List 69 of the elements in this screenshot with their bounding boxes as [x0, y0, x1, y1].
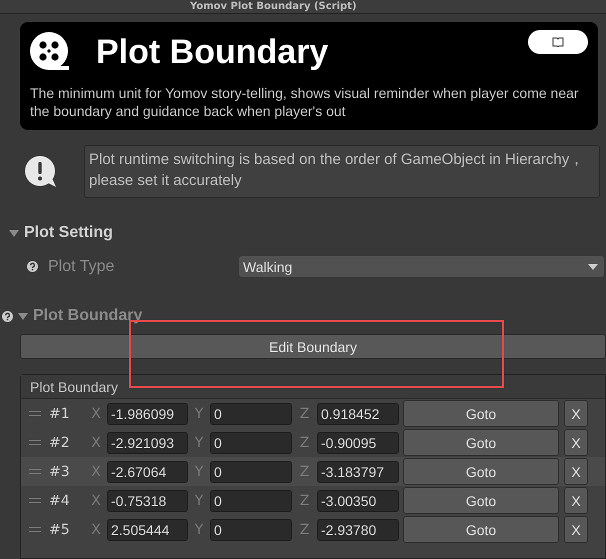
component-title: Plot Boundary	[96, 32, 328, 72]
list-title: Plot Boundary	[30, 378, 118, 394]
foldout-triangle-icon[interactable]	[17, 310, 29, 322]
z-value-field[interactable]: -3.00350	[317, 490, 399, 512]
drag-handle-icon[interactable]	[29, 440, 41, 445]
point-index: #3	[49, 464, 71, 480]
book-icon	[552, 37, 564, 47]
remove-button[interactable]: X	[564, 429, 588, 456]
y-value-field[interactable]: 0	[210, 402, 292, 424]
point-index: #1	[49, 406, 71, 422]
y-value-field[interactable]: 0	[210, 490, 292, 512]
axis-label: Z	[298, 406, 310, 422]
y-value-field[interactable]: 0	[210, 432, 292, 454]
point-index: #2	[49, 434, 71, 450]
goto-button[interactable]: Goto	[403, 429, 559, 456]
z-value-field[interactable]: -2.93780	[317, 518, 399, 540]
z-value-field[interactable]: -0.90095	[317, 432, 399, 454]
goto-button[interactable]: Goto	[403, 487, 559, 514]
remove-button[interactable]: X	[564, 400, 588, 427]
boundary-point-row[interactable]: #4 X -0.75318 Y 0 Z -3.00350 Goto X	[21, 486, 605, 515]
component-description: The minimum unit for Yomov story-telling, shows visual reminder when player come near the boundary and guidance back when player's out	[30, 84, 580, 120]
axis-label: X	[90, 406, 102, 422]
foldout-triangle-icon[interactable]	[8, 227, 20, 239]
axis-label: Y	[194, 522, 204, 538]
goto-button[interactable]: Goto	[403, 458, 559, 485]
axis-label: Y	[194, 406, 204, 422]
warning-icon	[24, 154, 58, 188]
axis-label: X	[90, 434, 102, 450]
goto-button[interactable]: Goto	[403, 400, 559, 427]
x-value-field[interactable]: -0.75318	[107, 490, 188, 512]
boundary-point-row[interactable]: #5 X 2.505444 Y 0 Z -2.93780 Goto X	[21, 515, 605, 544]
x-value-field[interactable]: -1.986099	[107, 402, 188, 424]
x-value-field[interactable]: -2.921093	[107, 432, 188, 454]
window-title: Yomov Plot Boundary (Script)	[190, 1, 357, 13]
y-value-field[interactable]: 0	[210, 518, 292, 540]
edit-boundary-button[interactable]: Edit Boundary	[20, 334, 606, 359]
point-index: #5	[49, 522, 71, 538]
axis-label: Y	[194, 434, 204, 450]
axis-label: Z	[298, 492, 310, 508]
goto-button[interactable]: Goto	[403, 516, 559, 543]
drag-handle-icon[interactable]	[29, 527, 41, 532]
axis-label: X	[90, 492, 102, 508]
help-icon[interactable]	[27, 261, 38, 272]
notice-text: Plot runtime switching is based on the order of GameObject in Hierarchy，please set it accurately	[84, 145, 600, 198]
axis-label: Z	[298, 522, 310, 538]
drag-handle-icon[interactable]	[29, 411, 41, 416]
remove-button[interactable]: X	[564, 458, 588, 485]
plot-type-dropdown[interactable]: Walking	[239, 256, 604, 277]
remove-button[interactable]: X	[564, 487, 588, 514]
remove-button[interactable]: X	[564, 516, 588, 543]
help-icon[interactable]	[2, 310, 13, 322]
y-value-field[interactable]: 0	[210, 460, 292, 482]
x-value-field[interactable]: -2.67064	[107, 460, 188, 482]
boundary-point-row[interactable]: #1 X -1.986099 Y 0 Z 0.918452 Goto X	[21, 399, 605, 428]
z-value-field[interactable]: 0.918452	[317, 402, 399, 424]
drag-handle-icon[interactable]	[29, 469, 41, 474]
axis-label: Y	[194, 492, 204, 508]
axis-label: X	[90, 522, 102, 538]
axis-label: Z	[298, 434, 310, 450]
documentation-button[interactable]	[528, 30, 588, 54]
x-value-field[interactable]: 2.505444	[107, 518, 188, 540]
point-index: #4	[49, 492, 71, 508]
film-reel-icon	[30, 32, 70, 72]
boundary-point-row[interactable]: #2 X -2.921093 Y 0 Z -0.90095 Goto X	[21, 428, 605, 457]
z-value-field[interactable]: -3.183797	[317, 460, 399, 482]
plot-setting-foldout[interactable]: Plot Setting	[8, 224, 606, 242]
drag-handle-icon[interactable]	[29, 498, 41, 503]
field-label: Plot Type	[48, 258, 116, 276]
dropdown-caret-icon	[588, 264, 598, 270]
